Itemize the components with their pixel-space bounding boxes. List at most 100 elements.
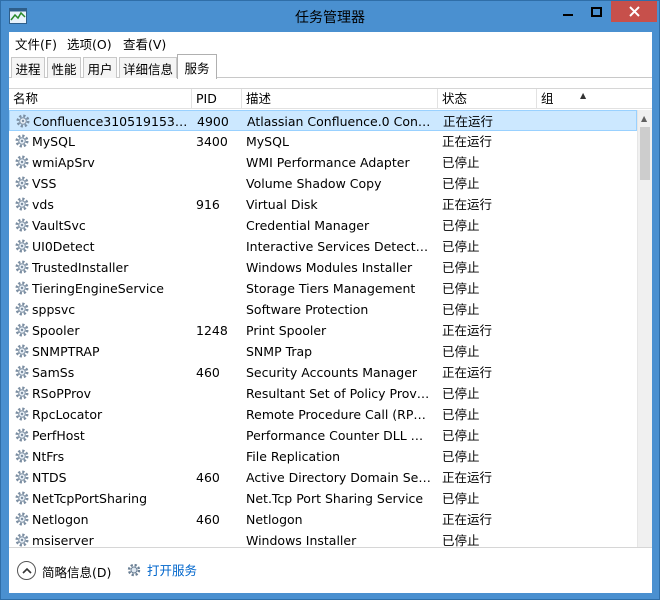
- service-status: 已停止: [442, 155, 480, 170]
- table-row[interactable]: NTDS 460 Active Directory Domain Servi... 正…: [9, 467, 637, 488]
- fewer-details-label[interactable]: 简略信息(D): [42, 562, 111, 581]
- service-pid: 460: [196, 365, 220, 380]
- table-row[interactable]: TrustedInstaller Windows Modules Installe…: [9, 257, 637, 278]
- service-name: sppsvc: [32, 302, 76, 317]
- table-row[interactable]: msiserver Windows Installer 已停止: [9, 530, 637, 547]
- service-pid: [196, 278, 242, 299]
- service-status: 已停止: [442, 407, 480, 422]
- service-description: Windows Installer: [246, 533, 357, 547]
- service-description: Credential Manager: [246, 218, 370, 233]
- footer-bar: 简略信息(D) 打开服务: [9, 547, 652, 593]
- title-bar[interactable]: 任务管理器: [1, 1, 659, 32]
- table-row[interactable]: vds 916 Virtual Disk 正在运行: [9, 194, 637, 215]
- table-row[interactable]: VSS Volume Shadow Copy 已停止: [9, 173, 637, 194]
- scrollbar-thumb[interactable]: [640, 127, 650, 180]
- maximize-icon: [591, 6, 602, 17]
- service-pid: [196, 341, 242, 362]
- service-status: 已停止: [442, 386, 480, 401]
- tab-performance[interactable]: 性能: [47, 57, 81, 78]
- vertical-scrollbar[interactable]: ▲: [637, 110, 652, 547]
- open-services-link[interactable]: 打开服务: [126, 560, 197, 579]
- service-description: File Replication: [246, 449, 341, 464]
- table-row[interactable]: sppsvc Software Protection 已停止: [9, 299, 637, 320]
- service-gear-icon: [15, 344, 29, 358]
- table-row[interactable]: wmiApSrv WMI Performance Adapter 已停止: [9, 152, 637, 173]
- column-description[interactable]: 描述: [242, 89, 438, 109]
- table-row[interactable]: Netlogon 460 Netlogon 正在运行: [9, 509, 637, 530]
- fewer-details-button[interactable]: [17, 561, 36, 580]
- column-name[interactable]: 名称: [9, 89, 192, 109]
- service-description: Storage Tiers Management: [246, 281, 416, 296]
- minimize-button[interactable]: [554, 1, 581, 22]
- table-row[interactable]: TieringEngineService Storage Tiers Manage…: [9, 278, 637, 299]
- service-pid: [196, 173, 242, 194]
- service-name: VaultSvc: [32, 218, 86, 233]
- column-status[interactable]: 状态: [438, 89, 537, 109]
- tab-details[interactable]: 详细信息: [119, 57, 177, 78]
- close-button[interactable]: [611, 1, 657, 22]
- service-gear-icon: [15, 260, 29, 274]
- service-description: Software Protection: [246, 302, 369, 317]
- column-group[interactable]: 组: [537, 89, 637, 109]
- table-row[interactable]: UI0Detect Interactive Services Detection 已…: [9, 236, 637, 257]
- service-status: 已停止: [442, 302, 480, 317]
- tab-services[interactable]: 服务: [177, 54, 217, 79]
- service-gear-icon: [15, 512, 29, 526]
- service-gear-icon: [16, 114, 30, 128]
- service-gear-icon: [127, 563, 141, 576]
- service-rows: Confluence310519153746 4900 Atlassian Conf…: [9, 110, 637, 547]
- scroll-up-icon[interactable]: ▲: [641, 114, 647, 123]
- service-gear-icon: [15, 239, 29, 253]
- service-gear-icon: [15, 155, 29, 169]
- table-row[interactable]: Spooler 1248 Print Spooler 正在运行: [9, 320, 637, 341]
- service-gear-icon: [15, 302, 29, 316]
- service-description: Net.Tcp Port Sharing Service: [246, 491, 424, 506]
- task-manager-window: 任务管理器 文件(F) 选项(O) 查看(V) 进程 性能 用户 详细信息 服务…: [0, 0, 660, 600]
- service-name: wmiApSrv: [32, 155, 95, 170]
- table-row[interactable]: NtFrs File Replication 已停止: [9, 446, 637, 467]
- service-name: NetTcpPortSharing: [32, 491, 148, 506]
- table-row[interactable]: RpcLocator Remote Procedure Call (RPC) ..…: [9, 404, 637, 425]
- service-status: 已停止: [442, 344, 480, 359]
- menu-options[interactable]: 选项(O): [67, 34, 112, 53]
- service-status: 已停止: [442, 533, 480, 547]
- service-description: Interactive Services Detection: [246, 239, 431, 254]
- service-gear-icon: [15, 197, 29, 211]
- table-row[interactable]: MySQL 3400 MySQL 正在运行: [9, 131, 637, 152]
- table-row[interactable]: Confluence310519153746 4900 Atlassian Conf…: [9, 110, 637, 131]
- table-row[interactable]: SNMPTRAP SNMP Trap 已停止: [9, 341, 637, 362]
- service-status: 已停止: [442, 281, 480, 296]
- tab-users[interactable]: 用户: [83, 57, 117, 78]
- service-pid: 460: [196, 512, 220, 527]
- service-pid: [196, 488, 242, 509]
- service-status: 正在运行: [442, 512, 493, 527]
- service-name: NTDS: [32, 470, 67, 485]
- service-name: RpcLocator: [32, 407, 103, 422]
- service-status: 已停止: [442, 491, 480, 506]
- table-row[interactable]: RSoPProv Resultant Set of Policy Provider…: [9, 383, 637, 404]
- service-description: Performance Counter DLL Host: [246, 428, 431, 443]
- table-row[interactable]: PerfHost Performance Counter DLL Host 已停止: [9, 425, 637, 446]
- service-status: 已停止: [442, 218, 480, 233]
- service-pid: 460: [196, 470, 220, 485]
- service-status: 正在运行: [442, 323, 493, 338]
- table-row[interactable]: NetTcpPortSharing Net.Tcp Port Sharing Se…: [9, 488, 637, 509]
- tab-processes[interactable]: 进程: [11, 57, 45, 78]
- table-row[interactable]: SamSs 460 Security Accounts Manager 正在运行: [9, 362, 637, 383]
- service-name: SNMPTRAP: [32, 344, 100, 359]
- table-row[interactable]: VaultSvc Credential Manager 已停止: [9, 215, 637, 236]
- service-gear-icon: [15, 407, 29, 421]
- service-status: 已停止: [442, 176, 480, 191]
- open-services-label[interactable]: 打开服务: [147, 560, 197, 579]
- service-status: 正在运行: [442, 197, 493, 212]
- maximize-button[interactable]: [583, 1, 610, 22]
- service-pid: 1248: [196, 323, 228, 338]
- service-gear-icon: [15, 176, 29, 190]
- menu-view[interactable]: 查看(V): [123, 34, 166, 53]
- service-status: 已停止: [442, 260, 480, 275]
- service-status: 正在运行: [442, 134, 493, 149]
- service-name: Confluence310519153746: [33, 114, 193, 129]
- column-pid[interactable]: PID: [192, 89, 242, 109]
- menu-file[interactable]: 文件(F): [15, 34, 57, 53]
- service-pid: 4900: [197, 114, 229, 129]
